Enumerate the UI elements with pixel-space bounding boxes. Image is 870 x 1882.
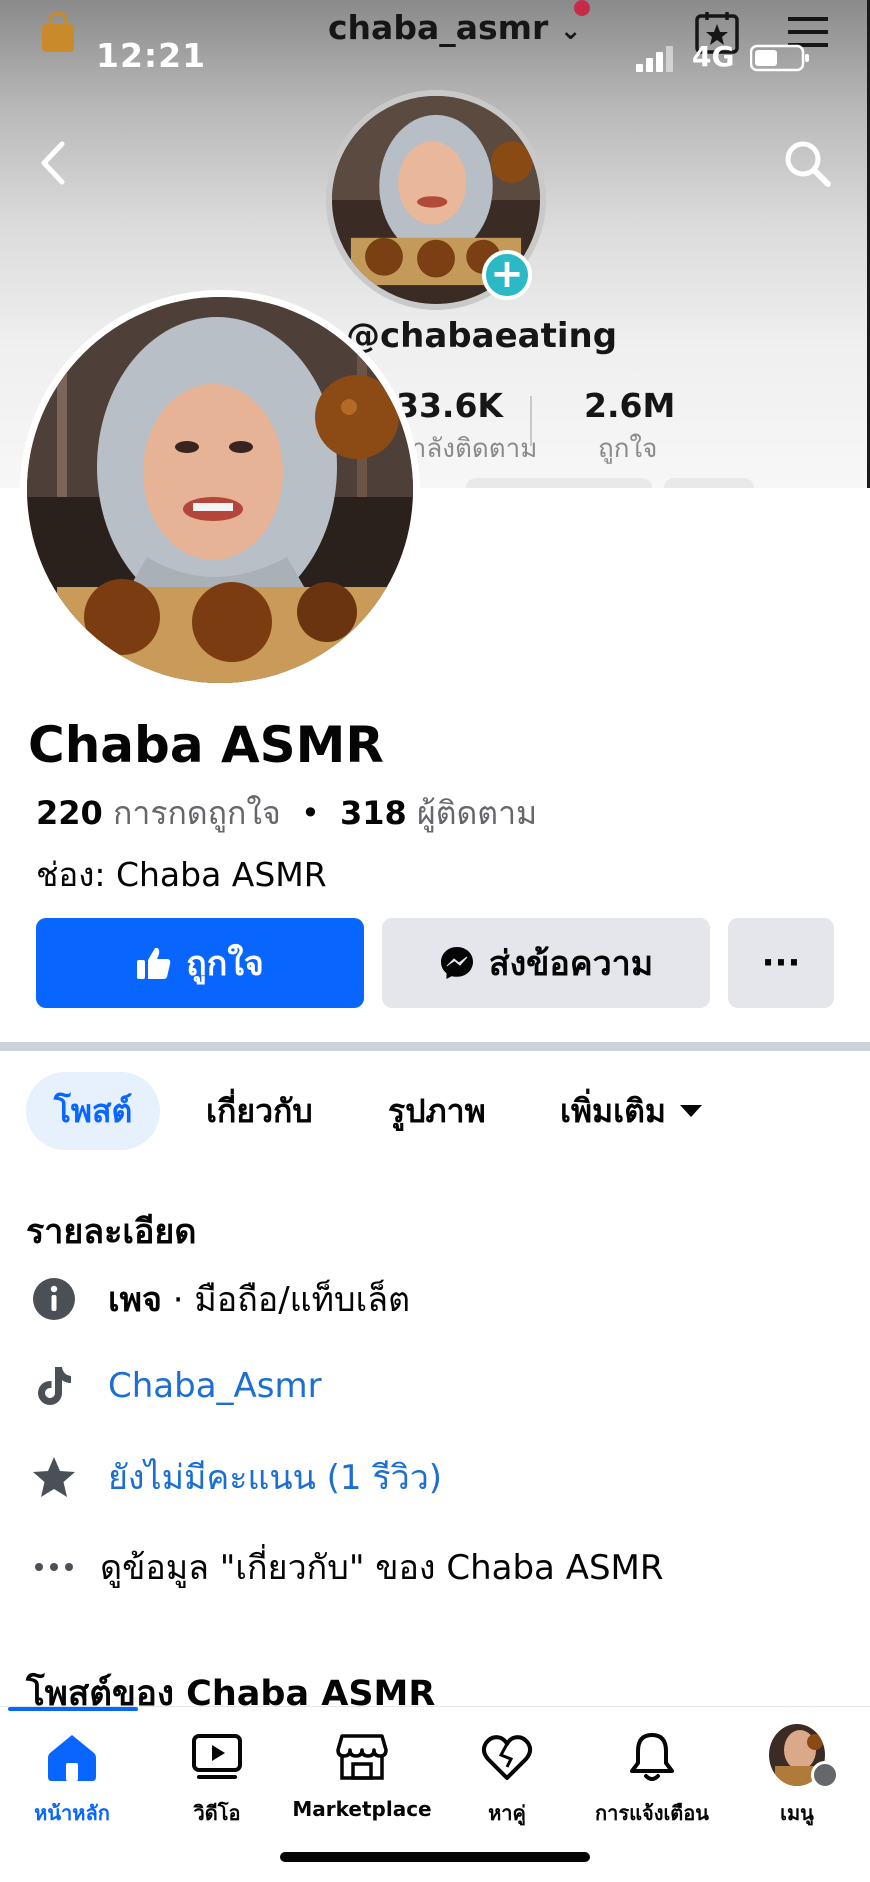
nav-marketplace[interactable]: Marketplace	[282, 1729, 442, 1821]
tab-more[interactable]: เพิ่มเติม	[560, 1072, 702, 1150]
back-chevron-icon[interactable]	[36, 138, 68, 188]
tiktok-link[interactable]: Chaba_Asmr	[108, 1366, 322, 1406]
like-label: ถูกใจ	[186, 944, 264, 984]
detail-page-type: เพจ · มือถือ/แท็บเล็ต	[30, 1272, 410, 1326]
page-type-bold: เพจ	[108, 1280, 162, 1320]
more-options-button[interactable]: ···	[728, 918, 834, 1008]
likes-count: 220	[36, 794, 103, 832]
followers-count: 318	[340, 794, 407, 832]
page-stats: 220 การกดถูกใจ • 318 ผู้ติดตาม	[36, 788, 537, 839]
tab-photos[interactable]: รูปภาพ	[388, 1072, 486, 1150]
cover-separator	[530, 396, 532, 446]
nav-marketplace-label: Marketplace	[292, 1797, 432, 1821]
section-divider	[0, 1042, 870, 1051]
detail-tiktok[interactable]: Chaba_Asmr	[30, 1362, 322, 1410]
tiktok-icon	[30, 1362, 78, 1410]
search-icon[interactable]	[782, 138, 832, 188]
battery-icon	[750, 44, 809, 72]
followers-label: ผู้ติดตาม	[416, 794, 538, 832]
messenger-icon	[440, 947, 473, 979]
cover-pill	[466, 478, 652, 488]
nav-notifications-label: การแจ้งเตือน	[595, 1801, 709, 1825]
nav-notifications[interactable]: การแจ้งเตือน	[572, 1729, 732, 1829]
info-icon	[30, 1275, 78, 1323]
cover-handle: @chabaeating	[346, 316, 618, 356]
tab-posts[interactable]: โพสต์	[26, 1072, 160, 1150]
like-button[interactable]: ถูกใจ	[36, 918, 364, 1008]
cover-likes-label: ถูกใจ	[598, 434, 658, 464]
status-time: 12:21	[96, 36, 207, 75]
rating-link[interactable]: ยังไม่มีคะแนน (1 รีวิว)	[108, 1450, 442, 1504]
dating-icon	[479, 1729, 535, 1785]
menu-badge-icon	[811, 1761, 839, 1789]
message-label: ส่งข้อความ	[488, 944, 654, 984]
home-icon	[44, 1729, 100, 1785]
bell-icon	[624, 1729, 680, 1785]
message-button[interactable]: ส่งข้อความ	[382, 918, 710, 1008]
cover-following-count: 33.6K	[396, 386, 503, 425]
follow-plus-icon: +	[482, 250, 532, 300]
details-title: รายละเอียด	[26, 1212, 197, 1252]
star-icon	[30, 1453, 78, 1501]
thumbs-up-icon	[137, 947, 171, 979]
likes-label: การกดถูกใจ	[112, 794, 281, 832]
nav-dating[interactable]: หาคู่	[427, 1729, 587, 1829]
shop-bag-icon	[42, 12, 74, 52]
notification-dot	[574, 0, 590, 16]
nav-dating-label: หาคู่	[488, 1801, 526, 1825]
network-type: 4G	[692, 40, 735, 73]
cover-likes-count: 2.6M	[584, 386, 676, 425]
signal-icon	[636, 46, 673, 72]
ellipsis-icon	[30, 1543, 78, 1591]
home-indicator	[280, 1852, 590, 1862]
profile-photo	[27, 297, 413, 683]
cover-username: chaba_asmr ⌄	[328, 8, 582, 47]
cover-pill	[664, 478, 754, 488]
nav-home-label: หน้าหลัก	[34, 1801, 110, 1825]
page-name: Chaba ASMR	[28, 716, 384, 774]
tab-about[interactable]: เกี่ยวกับ	[206, 1072, 313, 1150]
caret-down-icon	[679, 1105, 702, 1117]
about-link[interactable]: ดูข้อมูล "เกี่ยวกับ" ของ Chaba ASMR	[100, 1540, 664, 1594]
nav-video[interactable]: วิดีโอ	[137, 1729, 297, 1829]
more-label: ···	[761, 943, 801, 983]
nav-menu-label: เมนู	[780, 1801, 814, 1825]
video-icon	[189, 1729, 245, 1785]
profile-picture[interactable]	[20, 290, 420, 690]
detail-rating[interactable]: ยังไม่มีคะแนน (1 รีวิว)	[30, 1450, 442, 1504]
page-type-rest: · มือถือ/แท็บเล็ต	[161, 1280, 411, 1320]
channel-label: ช่อง: Chaba ASMR	[36, 855, 327, 894]
tab-more-label: เพิ่มเติม	[560, 1091, 666, 1130]
nav-video-label: วิดีโอ	[193, 1801, 241, 1825]
nav-home[interactable]: หน้าหลัก	[0, 1729, 152, 1829]
dot-separator: •	[300, 794, 320, 832]
marketplace-icon	[334, 1729, 390, 1785]
active-tab-indicator	[8, 1707, 138, 1711]
detail-about[interactable]: ดูข้อมูล "เกี่ยวกับ" ของ Chaba ASMR	[30, 1540, 664, 1594]
nav-menu[interactable]: เมนู	[717, 1724, 870, 1829]
